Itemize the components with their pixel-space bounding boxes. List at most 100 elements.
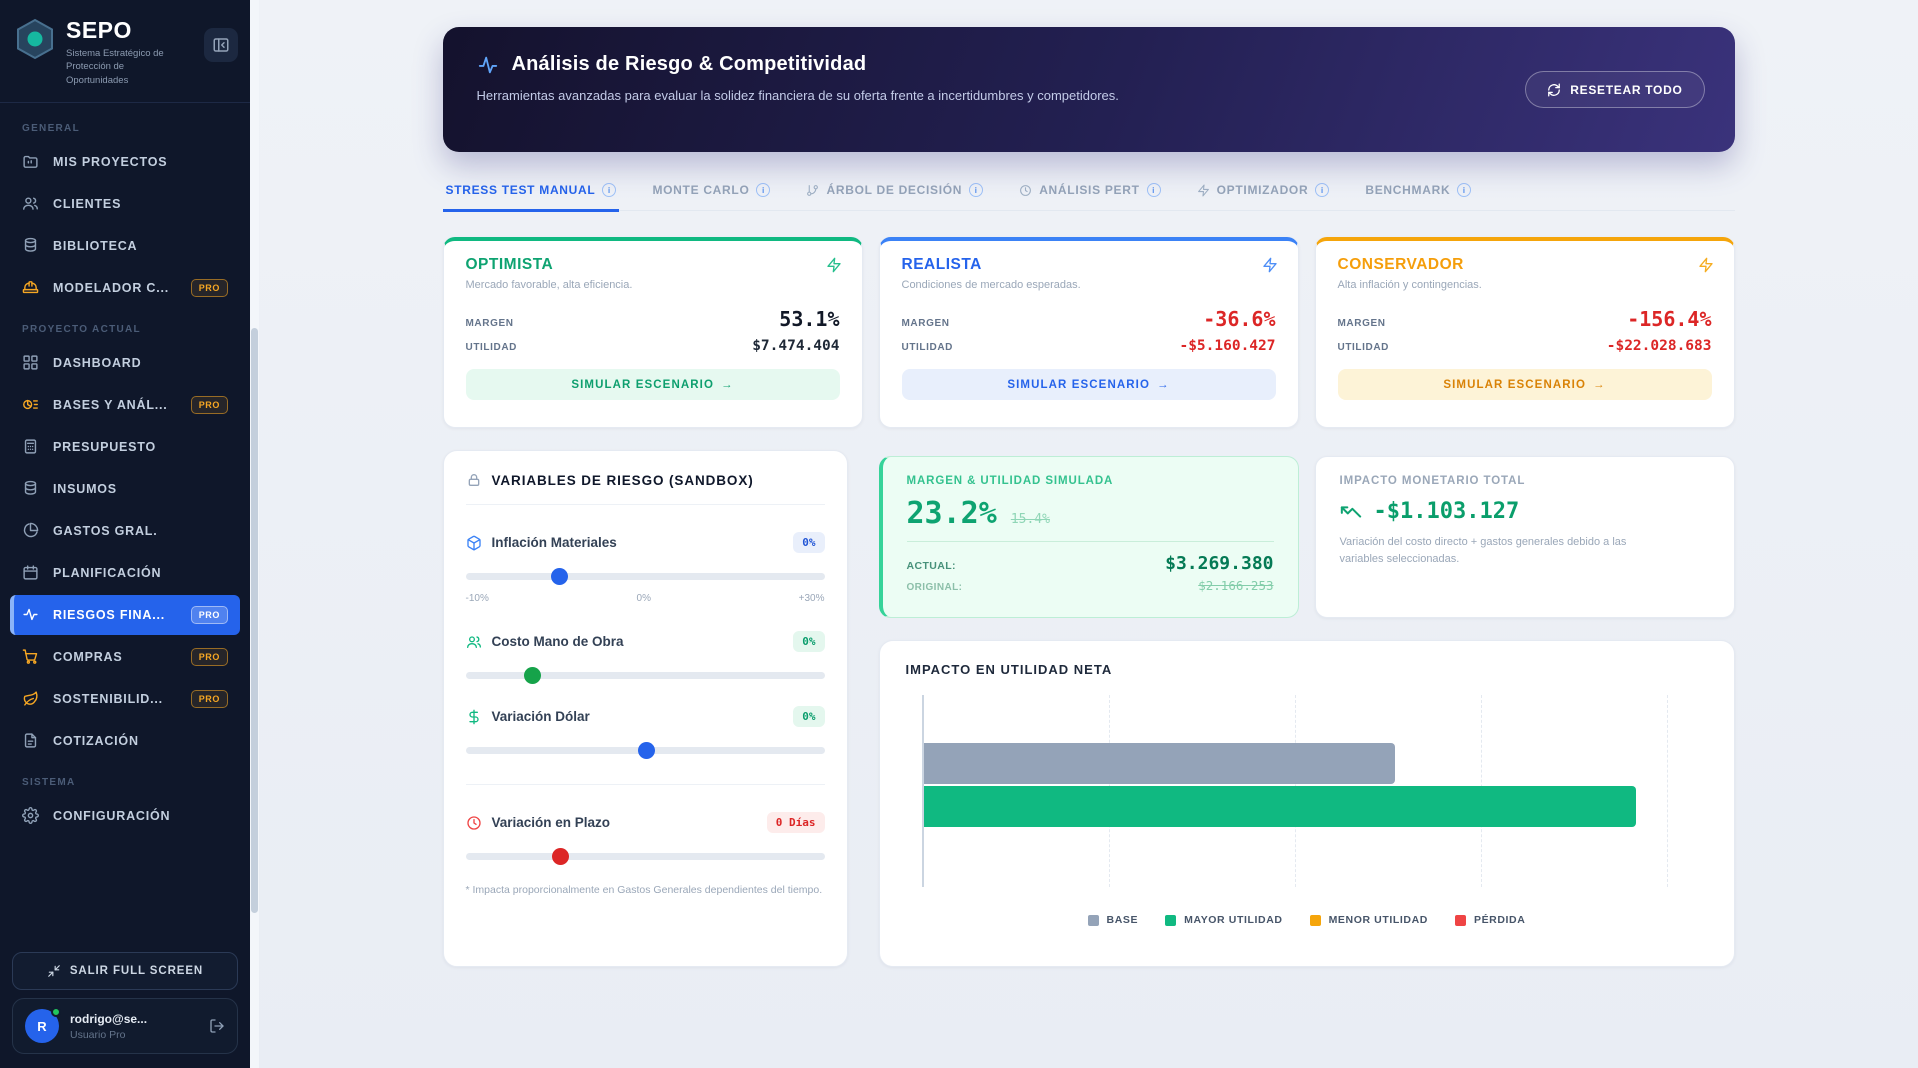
app-subtitle: Sistema Estratégico de Protección de Opo… bbox=[66, 47, 178, 87]
sidebar-item-configuracion[interactable]: CONFIGURACIÓN bbox=[10, 796, 240, 836]
margin-value: 53.1% bbox=[779, 307, 839, 331]
gridline bbox=[1667, 695, 1668, 887]
sidebar: SEPO Sistema Estratégico de Protección d… bbox=[0, 0, 250, 1068]
scale-max: +30% bbox=[799, 593, 825, 604]
bar-chart-plot bbox=[922, 695, 1698, 887]
margin-label: MARGEN bbox=[902, 318, 950, 329]
user-card[interactable]: R rodrigo@se... Usuario Pro bbox=[12, 998, 238, 1054]
dolar-slider[interactable] bbox=[466, 747, 825, 754]
actual-label: ACTUAL: bbox=[907, 560, 956, 572]
plazo-slider[interactable] bbox=[466, 853, 825, 860]
user-email: rodrigo@se... bbox=[70, 1012, 147, 1026]
original-margin-value: 15.4% bbox=[1011, 512, 1050, 527]
info-icon[interactable]: i bbox=[1457, 183, 1471, 197]
simulate-label: SIMULAR ESCENARIO bbox=[1007, 379, 1150, 391]
slider-group-dolar: Variación Dólar 0% bbox=[466, 706, 825, 754]
app-title: SEPO bbox=[66, 17, 178, 44]
sidebar-item-biblioteca[interactable]: BIBLIOTECA bbox=[10, 226, 240, 266]
scenario-card-realista: REALISTA Condiciones de mercado esperada… bbox=[879, 237, 1299, 428]
page-banner: Análisis de Riesgo & Competitividad Herr… bbox=[443, 27, 1735, 152]
info-icon[interactable]: i bbox=[1315, 183, 1329, 197]
slider-thumb[interactable] bbox=[524, 667, 541, 684]
slider-thumb[interactable] bbox=[638, 742, 655, 759]
utility-value: -$22.028.683 bbox=[1607, 338, 1712, 354]
hard-hat-icon bbox=[22, 279, 39, 296]
actual-value: $3.269.380 bbox=[1165, 553, 1273, 574]
sidebar-item-label: BASES Y ANÁL... bbox=[53, 398, 168, 412]
sidebar-item-sostenibilidad[interactable]: SOSTENIBILID... PRO bbox=[10, 679, 240, 719]
info-icon[interactable]: i bbox=[969, 183, 983, 197]
analysis-chart-icon bbox=[22, 396, 39, 413]
chart-legend: BASE MAYOR UTILIDAD MENOR UTILIDAD bbox=[906, 914, 1708, 926]
tab-arbol-de-decision[interactable]: ÁRBOL DE DECISIÓN i bbox=[803, 174, 986, 212]
bar-simulado bbox=[924, 786, 1636, 827]
slider-thumb[interactable] bbox=[552, 848, 569, 865]
sidebar-item-modelador[interactable]: MODELADOR C... PRO bbox=[10, 268, 240, 308]
logout-icon[interactable] bbox=[209, 1018, 225, 1034]
simulate-scenario-button[interactable]: SIMULAR ESCENARIO → bbox=[902, 369, 1276, 400]
sidebar-item-mis-proyectos[interactable]: MIS PROYECTOS bbox=[10, 142, 240, 182]
pulse-icon bbox=[477, 54, 499, 76]
sidebar-item-label: RIESGOS FINA... bbox=[53, 608, 165, 622]
tab-optimizador[interactable]: OPTIMIZADOR i bbox=[1194, 174, 1333, 212]
sidebar-item-bases[interactable]: BASES Y ANÁL... PRO bbox=[10, 385, 240, 425]
utility-value: $7.474.404 bbox=[752, 338, 839, 354]
shopping-cart-icon bbox=[22, 648, 39, 665]
legend-item-base: BASE bbox=[1088, 914, 1139, 926]
exit-fullscreen-button[interactable]: SALIR FULL SCREEN bbox=[12, 952, 238, 990]
slider-thumb[interactable] bbox=[551, 568, 568, 585]
database-icon bbox=[22, 237, 39, 254]
pro-badge: PRO bbox=[191, 279, 228, 297]
tab-analisis-pert[interactable]: ANÁLISIS PERT i bbox=[1016, 174, 1163, 212]
main-area: Análisis de Riesgo & Competitividad Herr… bbox=[259, 0, 1918, 1068]
arrow-right-icon: → bbox=[721, 379, 734, 391]
sidebar-item-clientes[interactable]: CLIENTES bbox=[10, 184, 240, 224]
sidebar-scrollbar-thumb[interactable] bbox=[251, 328, 258, 913]
slider-value-badge: 0% bbox=[793, 631, 824, 652]
tab-monte-carlo[interactable]: MONTE CARLO i bbox=[649, 174, 773, 212]
sidebar-collapse-button[interactable] bbox=[204, 28, 238, 62]
info-icon[interactable]: i bbox=[602, 183, 616, 197]
inflacion-slider[interactable] bbox=[466, 573, 825, 580]
sidebar-item-riesgos-financieros[interactable]: RIESGOS FINA... PRO bbox=[10, 595, 240, 635]
utility-label: UTILIDAD bbox=[1338, 342, 1389, 353]
simulate-scenario-button[interactable]: SIMULAR ESCENARIO → bbox=[1338, 369, 1712, 400]
tab-stress-test-manual[interactable]: STRESS TEST MANUAL i bbox=[443, 174, 620, 212]
sidebar-scrollbar bbox=[250, 0, 259, 1068]
mano-de-obra-slider[interactable] bbox=[466, 672, 825, 679]
sidebar-item-planificacion[interactable]: PLANIFICACIÓN bbox=[10, 553, 240, 593]
bolt-icon bbox=[826, 257, 842, 273]
impact-value: -$1.103.127 bbox=[1374, 499, 1520, 524]
reset-all-button[interactable]: RESETEAR TODO bbox=[1525, 71, 1704, 108]
sidebar-item-dashboard[interactable]: DASHBOARD bbox=[10, 343, 240, 383]
sidebar-item-cotizacion[interactable]: COTIZACIÓN bbox=[10, 721, 240, 761]
sidebar-item-insumos[interactable]: INSUMOS bbox=[10, 469, 240, 509]
divider bbox=[466, 504, 825, 505]
git-branch-icon bbox=[806, 184, 819, 197]
scenario-title: OPTIMISTA bbox=[466, 256, 840, 274]
sidebar-item-label: INSUMOS bbox=[53, 482, 117, 496]
sidebar-item-gastos[interactable]: GASTOS GRAL. bbox=[10, 511, 240, 551]
arrow-right-icon: → bbox=[1593, 379, 1606, 391]
sidebar-item-label: SOSTENIBILID... bbox=[53, 692, 163, 706]
nav-section-sistema: SISTEMA bbox=[0, 763, 250, 794]
bolt-icon bbox=[1698, 257, 1714, 273]
net-utility-chart-card: IMPACTO EN UTILIDAD NETA BASE bbox=[879, 640, 1735, 967]
utility-label: UTILIDAD bbox=[902, 342, 953, 353]
trending-down-icon bbox=[1340, 501, 1362, 523]
sidebar-item-presupuesto[interactable]: PRESUPUESTO bbox=[10, 427, 240, 467]
legend-label: MAYOR UTILIDAD bbox=[1184, 914, 1282, 926]
simulate-scenario-button[interactable]: SIMULAR ESCENARIO → bbox=[466, 369, 840, 400]
page-subtitle: Herramientas avanzadas para evaluar la s… bbox=[477, 88, 1701, 103]
nav-section-general: GENERAL bbox=[0, 109, 250, 140]
tab-benchmark[interactable]: BENCHMARK i bbox=[1362, 174, 1474, 212]
tab-label: BENCHMARK bbox=[1365, 183, 1450, 197]
tab-label: ANÁLISIS PERT bbox=[1039, 183, 1139, 197]
info-icon[interactable]: i bbox=[1147, 183, 1161, 197]
simulate-label: SIMULAR ESCENARIO bbox=[571, 379, 714, 391]
info-icon[interactable]: i bbox=[756, 183, 770, 197]
simulated-title: MARGEN & UTILIDAD SIMULADA bbox=[907, 475, 1274, 487]
sidebar-item-compras[interactable]: COMPRAS PRO bbox=[10, 637, 240, 677]
sidebar-item-label: PRESUPUESTO bbox=[53, 440, 156, 454]
scenario-card-conservador: CONSERVADOR Alta inflación y contingenci… bbox=[1315, 237, 1735, 428]
